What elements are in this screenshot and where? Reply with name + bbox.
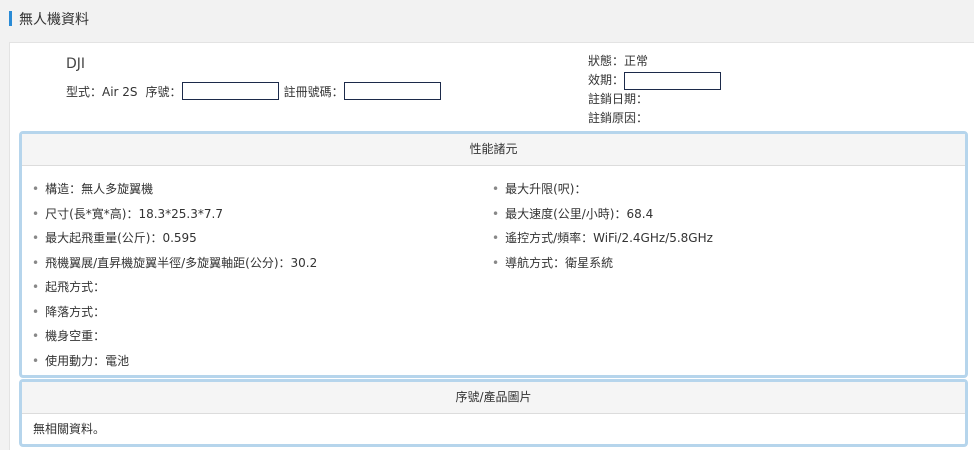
bullet-icon: • bbox=[32, 329, 40, 343]
validity-label: 效期： bbox=[588, 73, 625, 87]
bullet-icon: • bbox=[32, 353, 40, 368]
spec-item: • 飛機翼展/直昇機旋翼半徑/多旋翼軸距(公分)：30.2 bbox=[32, 255, 318, 270]
performance-heading: 性能諸元 bbox=[22, 134, 965, 166]
spec-item: • 構造：無人多旋翼機 bbox=[32, 182, 154, 196]
drone-brand: DJI bbox=[66, 56, 86, 72]
spec-item: • 使用動力：電池 bbox=[32, 353, 130, 368]
status-block: 狀態：正常 效期： 註銷日期： 註銷原因： bbox=[588, 52, 722, 128]
performance-specs: • 構造：無人多旋翼機 • 尺寸(長*寬*高)：18.3*25.3*7.7 • 最大起… bbox=[22, 166, 965, 375]
bullet-icon: • bbox=[492, 231, 500, 245]
bullet-icon: • bbox=[32, 304, 40, 319]
page-title: 無人機資料 bbox=[19, 12, 89, 28]
spec-item: • 起飛方式： bbox=[32, 280, 106, 294]
images-empty-text: 無相關資料。 bbox=[33, 422, 106, 436]
validity-input[interactable] bbox=[624, 71, 722, 90]
spec-item: • 最大速度(公里/小時)：68.4 bbox=[492, 206, 654, 221]
status-state: 狀態：正常 bbox=[588, 54, 649, 68]
spec-item: • 最大起飛重量(公斤)：0.595 bbox=[32, 231, 197, 245]
bullet-icon: • bbox=[32, 280, 40, 294]
bullet-icon: • bbox=[492, 182, 500, 196]
serial-input[interactable] bbox=[181, 82, 279, 100]
images-panel: 序號/產品圖片 無相關資料。 bbox=[19, 379, 968, 447]
bullet-icon: • bbox=[492, 255, 500, 270]
cancel-reason: 註銷原因： bbox=[588, 111, 649, 125]
spec-item: • 機身空重： bbox=[32, 329, 106, 343]
spec-column-right: • 最大升限(呎)： • 最大速度(公里/小時)：68.4 • 遙控方式/頻率：WiF… bbox=[492, 177, 713, 275]
bullet-icon: • bbox=[492, 206, 500, 221]
title-accent-bar bbox=[9, 11, 12, 26]
drone-meta-line: 型式：Air 2S 序號： 註冊號碼： bbox=[66, 81, 441, 101]
page-header: 無人機資料 bbox=[0, 0, 974, 40]
bullet-icon: • bbox=[32, 231, 40, 245]
registration-input[interactable] bbox=[343, 82, 441, 100]
model-label: 型式：Air 2S bbox=[66, 84, 138, 99]
bullet-icon: • bbox=[32, 182, 40, 196]
spec-item: • 導航方式：衛星系統 bbox=[492, 255, 614, 270]
serial-label: 序號： bbox=[145, 84, 182, 99]
bullet-icon: • bbox=[32, 206, 40, 221]
spec-item: • 尺寸(長*寬*高)：18.3*25.3*7.7 bbox=[32, 206, 223, 221]
performance-panel: 性能諸元 • 構造：無人多旋翼機 • 尺寸(長*寬*高)：18.3*25.3*7.7… bbox=[19, 131, 968, 378]
images-heading: 序號/產品圖片 bbox=[22, 382, 965, 414]
spec-item: • 遙控方式/頻率：WiFi/2.4GHz/5.8GHz bbox=[492, 231, 713, 245]
registration-label: 註冊號碼： bbox=[283, 84, 344, 99]
spec-column-left: • 構造：無人多旋翼機 • 尺寸(長*寬*高)：18.3*25.3*7.7 • 最大起… bbox=[32, 177, 317, 373]
drone-detail-card: DJI 型式：Air 2S 序號： 註冊號碼： 狀態：正常 效期： 註銷日期： … bbox=[9, 42, 974, 450]
spec-item: • 最大升限(呎)： bbox=[492, 182, 587, 196]
bullet-icon: • bbox=[32, 255, 40, 270]
spec-item: • 降落方式： bbox=[32, 304, 106, 319]
cancel-date: 註銷日期： bbox=[588, 92, 649, 106]
